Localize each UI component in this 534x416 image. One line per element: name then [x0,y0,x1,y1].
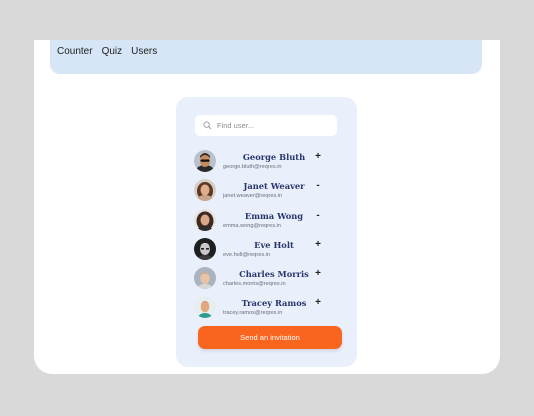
user-email: janet.weaver@reqres.in [223,193,283,200]
user-email: charles.morris@reqres.in [223,281,286,288]
nav-link-quiz[interactable]: Quiz [102,46,123,57]
nav-link-users[interactable]: Users [131,46,157,57]
user-name: Eve Holt [254,239,294,250]
add-user-button[interactable]: + [312,239,324,251]
list-item: Tracey Ramos tracey.ramos@reqres.in + [194,296,354,325]
users-card: George Bluth george.bluth@reqres.in + Ja… [176,97,357,367]
user-name: Janet Weaver [243,181,305,192]
search-input[interactable] [217,121,327,130]
send-invitation-button[interactable]: Send an invitation [198,326,342,349]
add-user-button[interactable]: + [312,297,324,309]
avatar [194,296,216,319]
avatar [194,179,216,202]
search-box [195,115,337,136]
list-item: Janet Weaver janet.weaver@reqres.in - [194,179,354,208]
remove-user-button[interactable]: - [312,210,324,222]
avatar [194,237,216,260]
user-list: George Bluth george.bluth@reqres.in + Ja… [194,150,354,326]
avatar [194,208,216,231]
list-item: Emma Wong emma.wong@reqres.in - [194,208,354,238]
user-email: george.bluth@reqres.in [223,164,282,170]
top-navbar: Counter Quiz Users [50,40,482,74]
user-name: Tracey Ramos [241,298,307,309]
list-item: Charles Morris charles.morris@reqres.in … [194,267,354,296]
remove-user-button[interactable]: - [312,180,324,192]
user-email: eve.holt@reqres.in [223,251,271,258]
user-email: tracey.ramos@reqres.in [223,310,283,317]
avatar [194,267,216,290]
user-name: Emma Wong [244,210,304,221]
avatar [194,150,216,172]
add-user-button[interactable]: + [312,151,324,163]
nav-link-counter[interactable]: Counter [57,46,93,57]
list-item: Eve Holt eve.holt@reqres.in + [194,237,354,267]
user-email: emma.wong@reqres.in [223,222,281,229]
search-icon [203,121,212,130]
user-name: George Bluth [242,152,306,162]
add-user-button[interactable]: + [312,268,324,280]
list-item: George Bluth george.bluth@reqres.in + [194,150,354,179]
user-name: Charles Morris [239,269,309,280]
nav-links: Counter Quiz Users [57,46,157,57]
